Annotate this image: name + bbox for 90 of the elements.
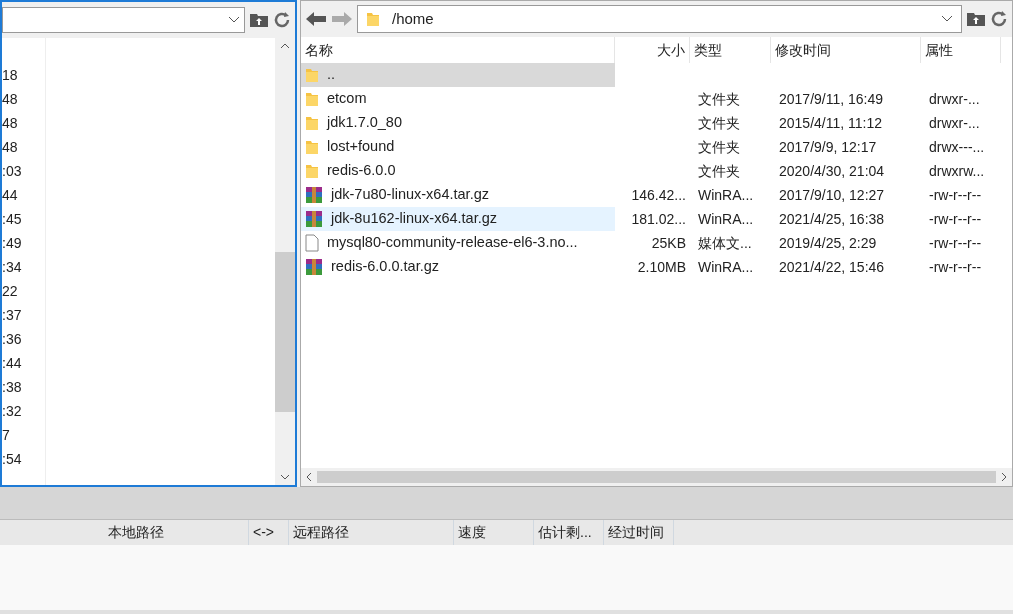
type-cell: 文件夹 [698,138,740,155]
file-name: etcom [327,89,367,109]
file-row[interactable]: .. [301,63,615,87]
modified-time-cell-text: :49 [2,234,23,253]
column-header[interactable]: 修改时间 [771,37,921,63]
file-icon [305,234,319,252]
modified-time-cell-text: :03 [2,162,23,181]
file-row[interactable]: jdk-7u80-linux-x64.tar.gz [301,183,615,207]
chevron-down-icon[interactable] [941,15,953,23]
file-row[interactable]: redis-6.0.0.tar.gz [301,255,615,279]
modified-time-cell-text: :37 [2,306,23,325]
modified-cell: 2020/4/30, 21:04 [779,162,885,179]
modified-cell: 2021/4/25, 16:38 [779,210,885,227]
file-name: jdk-8u162-linux-x64.tar.gz [331,209,498,229]
modified-time-cell-text: 48 [2,138,19,157]
folder-up-icon[interactable] [249,12,269,28]
modified-time-cell-text: 44 [2,186,19,205]
folder-icon [305,67,319,83]
file-row[interactable]: lost+found [301,135,615,159]
attributes-cell: -rw-r--r-- [929,258,982,275]
archive-icon [305,258,323,276]
scroll-left-icon[interactable] [305,472,313,482]
scrollbar-thumb[interactable] [275,252,295,412]
attributes-cell: drwxr-... [929,114,980,131]
file-name: .. [327,65,336,85]
attributes-cell: drwx---... [929,138,985,155]
modified-time-cell-text: 18 [2,66,19,85]
file-row[interactable]: jdk1.7.0_80 [301,111,615,135]
modified-cell: 2015/4/11, 11:12 [779,114,883,131]
refresh-icon[interactable] [273,11,291,29]
modified-time-cell-text: :34 [2,258,23,277]
vertical-scrollbar[interactable] [275,38,295,485]
modified-time-cell-text: 7 [2,426,11,445]
file-row[interactable]: mysql80-community-release-el6-3.no... [301,231,615,255]
size-cell: 181.02... [631,210,686,227]
attributes-cell: -rw-r--r-- [929,186,982,203]
type-cell: 文件夹 [698,162,740,179]
archive-icon [305,210,323,228]
type-cell: WinRA... [698,210,754,227]
size-cell: 146.42... [631,186,686,203]
modified-cell: 2017/9/11, 16:49 [779,90,884,107]
modified-time-cell-text: 48 [2,114,19,133]
folder-icon [366,11,380,27]
back-arrow-icon[interactable] [305,11,327,27]
file-name: mysql80-community-release-el6-3.no... [327,233,578,253]
modified-cell: 2017/9/9, 12:17 [779,138,877,155]
size-cell: 25KB [651,234,686,251]
refresh-icon[interactable] [990,10,1008,28]
type-cell: 媒体文... [698,234,752,251]
modified-time-cell-text: :38 [2,378,23,397]
scroll-right-icon[interactable] [1000,472,1008,482]
attributes-cell: drwxrw... [929,162,985,179]
type-cell: WinRA... [698,258,754,275]
column-header[interactable]: 大小 [615,37,690,63]
attributes-cell: -rw-r--r-- [929,210,982,227]
modified-time-cell-text: :45 [2,210,23,229]
file-row[interactable]: jdk-8u162-linux-x64.tar.gz [301,207,615,231]
file-name: jdk1.7.0_80 [327,113,402,133]
type-cell: WinRA... [698,186,754,203]
folder-icon [305,91,319,107]
size-cell: 2.10MB [637,258,686,275]
modified-cell: 2017/9/10, 12:27 [779,186,885,203]
modified-time-cell-text: 22 [2,282,19,301]
folder-icon [305,115,319,131]
modified-time-cell-text: 48 [2,90,19,109]
modified-cell: 2021/4/22, 15:46 [779,258,885,275]
chevron-down-icon[interactable] [228,16,240,24]
folder-up-icon[interactable] [966,11,986,27]
column-header[interactable]: 类型 [690,37,771,63]
file-name: lost+found [327,137,395,157]
column-header[interactable]: 属性 [921,37,1001,63]
file-row[interactable]: etcom [301,87,615,111]
modified-time-cell-text: :44 [2,354,23,373]
modified-time-cell-text: :54 [2,450,23,469]
file-name: jdk-7u80-linux-x64.tar.gz [331,185,489,205]
file-name: redis-6.0.0 [327,161,396,181]
modified-time-cell-text: :32 [2,402,23,421]
archive-icon [305,186,323,204]
modified-cell: 2019/4/25, 2:29 [779,234,877,251]
type-cell: 文件夹 [698,114,740,131]
modified-time-cell-text: :36 [2,330,23,349]
file-row[interactable]: redis-6.0.0 [301,159,615,183]
file-name: redis-6.0.0.tar.gz [331,257,439,277]
path-dropdown[interactable]: /home [357,5,962,33]
type-cell: 文件夹 [698,90,740,107]
folder-icon [305,163,319,179]
attributes-cell: -rw-r--r-- [929,234,982,251]
horizontal-scrollbar[interactable] [301,468,1012,486]
attributes-cell: drwxr-... [929,90,980,107]
folder-icon [305,139,319,155]
